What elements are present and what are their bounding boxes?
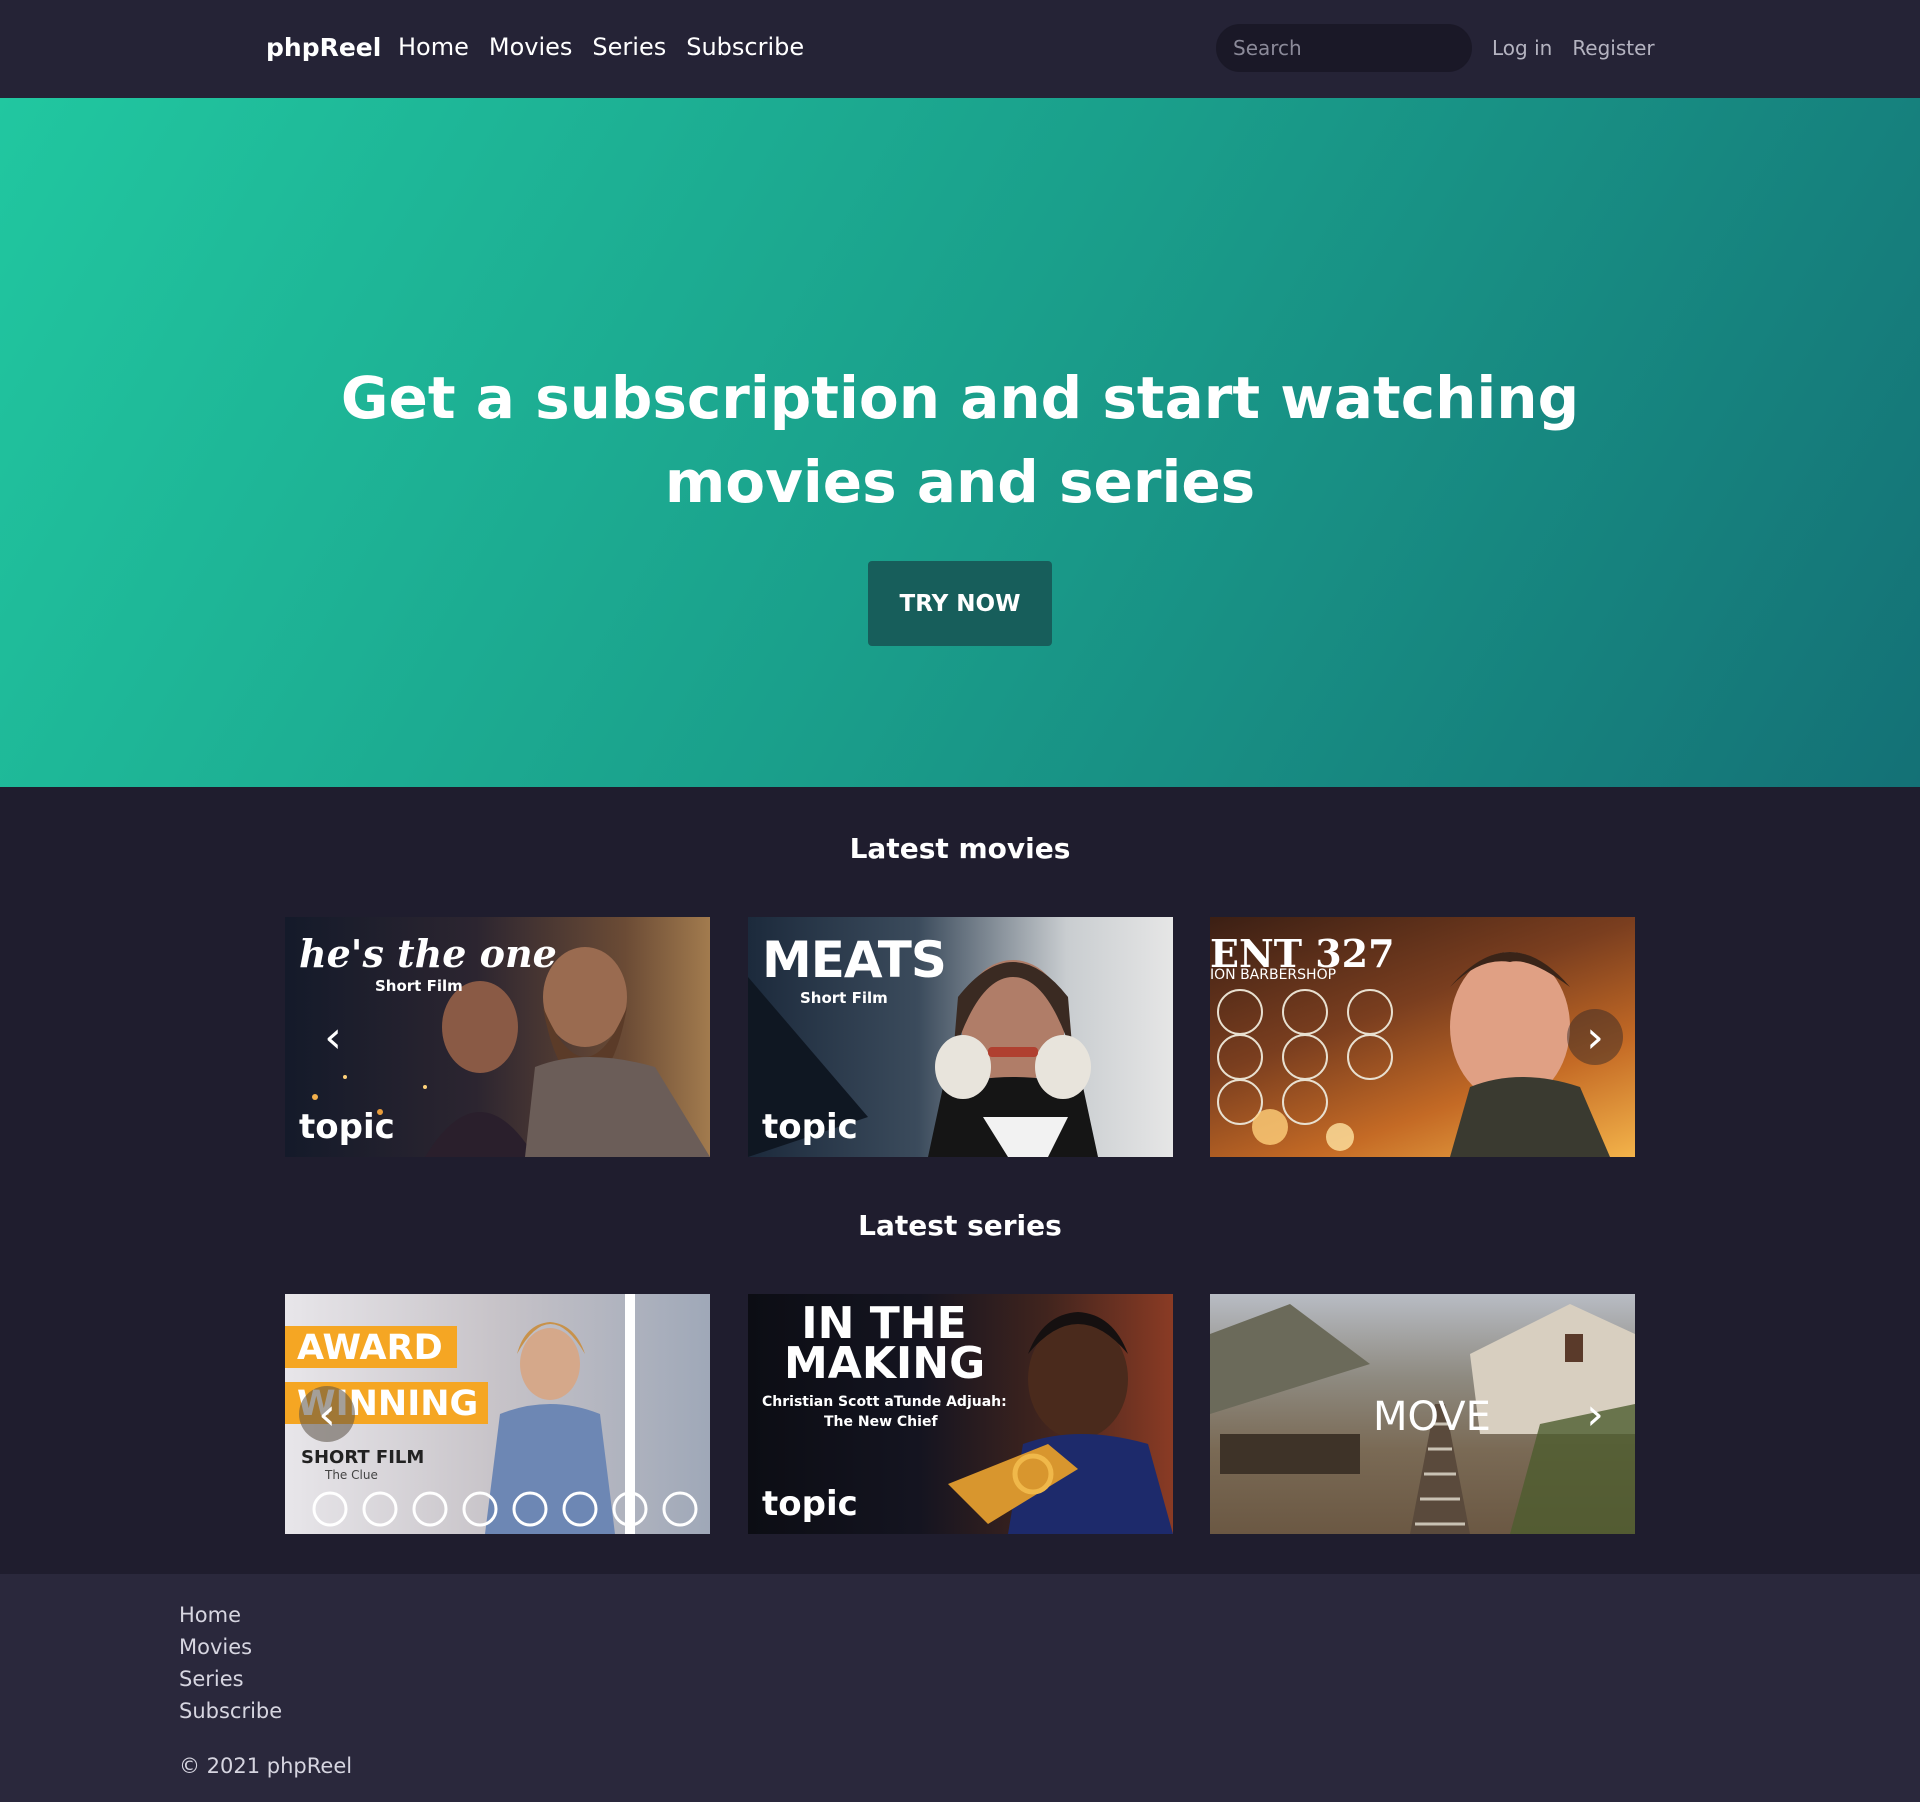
poster-title: AWARD (285, 1326, 457, 1368)
latest-movies-title: Latest movies (849, 832, 1071, 865)
poster-subtitle: ION BARBERSHOP (1210, 967, 1337, 983)
navbar: phpReel Home Movies Series Subscribe Log… (0, 0, 1920, 98)
auth-links: Log in Register (1492, 36, 1655, 60)
poster-title: MOVE (1373, 1394, 1491, 1440)
poster-caption: The New Chief (824, 1414, 938, 1430)
login-link[interactable]: Log in (1492, 36, 1552, 60)
footer-link-movies[interactable]: Movies (179, 1634, 282, 1660)
latest-series-title: Latest series (858, 1209, 1062, 1242)
poster-title: IN THE MAKING (784, 1298, 986, 1389)
footer-link-subscribe[interactable]: Subscribe (179, 1698, 282, 1724)
poster-title: he's the one (299, 931, 557, 976)
movies-next-arrow[interactable]: › (1567, 1009, 1623, 1065)
series-prev-arrow[interactable]: ‹ (299, 1386, 355, 1442)
poster-caption: The Clue (325, 1468, 378, 1482)
hero-headline: Get a subscription and start watching mo… (340, 364, 1580, 516)
copyright-text: © 2021 phpReel (179, 1754, 353, 1778)
footer: Home Movies Series Subscribe © 2021 phpR… (0, 1574, 1920, 1802)
hero-banner: Get a subscription and start watching mo… (0, 98, 1920, 787)
series-card[interactable]: IN THE MAKING Christian Scott aTunde Adj… (748, 1294, 1173, 1534)
nav-movies[interactable]: Movies (489, 33, 573, 61)
poster-brand-tag: topic (762, 1484, 858, 1524)
nav-series[interactable]: Series (592, 33, 666, 61)
brand-logo[interactable]: phpReel (266, 33, 381, 62)
search-input[interactable] (1233, 36, 1471, 60)
register-link[interactable]: Register (1572, 36, 1654, 60)
poster-subtitle: Short Film (375, 977, 463, 995)
main-nav: Home Movies Series Subscribe (398, 33, 804, 61)
series-carousel: AWARD WINNING SHORT FILM The Clue IN THE… (285, 1294, 1635, 1534)
poster-brand-tag: topic (762, 1107, 858, 1147)
poster-subtitle: Short Film (800, 989, 888, 1007)
try-now-button[interactable]: TRY NOW (868, 561, 1052, 646)
poster-brand-tag: topic (299, 1107, 395, 1147)
nav-home[interactable]: Home (398, 33, 469, 61)
poster-subtitle: SHORT FILM (301, 1447, 425, 1468)
poster-title: MEATS (762, 931, 947, 989)
footer-link-series[interactable]: Series (179, 1666, 282, 1692)
poster-subtitle: Christian Scott aTunde Adjuah: (762, 1394, 1007, 1410)
nav-subscribe[interactable]: Subscribe (686, 33, 804, 61)
movies-carousel: he's the one Short Film topic MEATS Shor… (285, 917, 1635, 1157)
movie-card[interactable]: MEATS Short Film topic (748, 917, 1173, 1157)
footer-link-home[interactable]: Home (179, 1602, 282, 1628)
series-next-arrow[interactable]: › (1567, 1386, 1623, 1442)
movies-prev-arrow[interactable]: ‹ (305, 1009, 361, 1065)
footer-nav: Home Movies Series Subscribe (179, 1602, 282, 1724)
search-box (1216, 24, 1472, 72)
